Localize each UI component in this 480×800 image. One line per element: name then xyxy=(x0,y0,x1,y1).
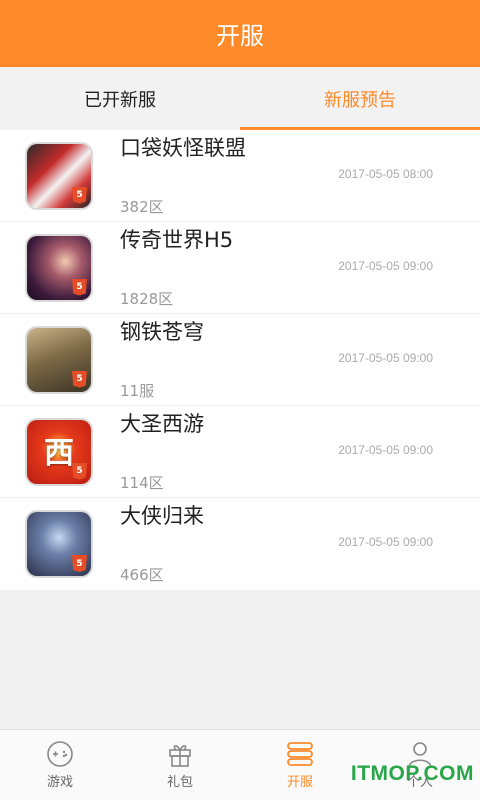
game-name: 口袋妖怪联盟 xyxy=(120,135,246,160)
html5-badge-icon: 5 xyxy=(72,278,87,296)
tab-opened-servers[interactable]: 已开新服 xyxy=(0,67,240,130)
journey-west-game-icon: 西 5 xyxy=(27,419,91,484)
nav-label: 礼包 xyxy=(166,775,193,790)
tab-upcoming-servers[interactable]: 新服预告 xyxy=(240,67,480,130)
nav-servers[interactable]: 开服 xyxy=(240,730,360,800)
watermark: ITMOP.COM xyxy=(350,762,474,785)
open-time: 2017-05-05 09:00 xyxy=(338,443,433,457)
html5-badge-icon: 5 xyxy=(72,555,87,572)
server-number: 382区 xyxy=(120,197,164,216)
game-name: 大侠归来 xyxy=(120,504,204,528)
open-time: 2017-05-05 09:00 xyxy=(338,259,433,273)
gamepad-icon xyxy=(47,741,73,767)
server-number: 11服 xyxy=(120,381,155,400)
legend-world-game-icon: 5 xyxy=(27,235,91,300)
open-time: 2017-05-05 09:00 xyxy=(338,535,433,549)
list-item[interactable]: 5 口袋妖怪联盟 382区 2017-05-05 08:00 xyxy=(0,130,480,222)
html5-badge-icon: 5 xyxy=(72,186,87,204)
icon-glyph: 西 xyxy=(44,435,74,471)
game-name: 钢铁苍穹 xyxy=(120,319,204,344)
page-title: 开服 xyxy=(216,22,264,50)
server-number: 466区 xyxy=(120,566,164,584)
server-stack-icon xyxy=(287,742,313,766)
hero-return-game-icon: 5 xyxy=(27,512,91,576)
server-list: 5 口袋妖怪联盟 382区 2017-05-05 08:00 5 传奇世界H5 … xyxy=(0,130,480,590)
tank-game-icon: 5 xyxy=(27,327,91,392)
server-number: 1828区 xyxy=(120,289,174,308)
gift-icon xyxy=(169,745,191,767)
list-item[interactable]: 5 钢铁苍穹 11服 2017-05-05 09:00 xyxy=(0,314,480,406)
app-header: 开服 xyxy=(0,0,480,67)
nav-games[interactable]: 游戏 xyxy=(0,730,120,800)
html5-badge-icon: 5 xyxy=(72,370,87,388)
nav-label: 开服 xyxy=(286,775,313,790)
nav-label: 游戏 xyxy=(46,775,73,790)
list-item[interactable]: 西 5 大圣西游 114区 2017-05-05 09:00 xyxy=(0,406,480,498)
list-item[interactable]: 5 传奇世界H5 1828区 2017-05-05 09:00 xyxy=(0,222,480,314)
server-number: 114区 xyxy=(120,473,164,492)
game-name: 传奇世界H5 xyxy=(120,227,234,252)
open-time: 2017-05-05 09:00 xyxy=(338,351,433,365)
open-time: 2017-05-05 08:00 xyxy=(338,167,433,181)
list-item[interactable]: 5 大侠归来 466区 2017-05-05 09:00 xyxy=(0,498,480,590)
tab-bar: 已开新服 新服预告 xyxy=(0,67,480,130)
nav-gifts[interactable]: 礼包 xyxy=(120,730,240,800)
game-name: 大圣西游 xyxy=(120,411,204,436)
pokeball-game-icon: 5 xyxy=(27,143,91,208)
html5-badge-icon: 5 xyxy=(72,462,87,480)
